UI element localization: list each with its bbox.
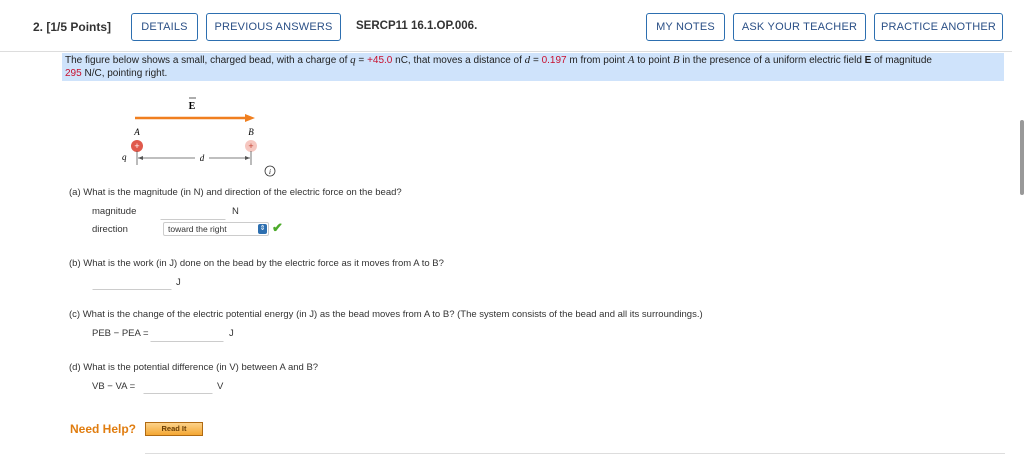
point-b-label: B: [248, 127, 254, 137]
magnitude-unit: N: [232, 206, 239, 217]
my-notes-button[interactable]: MY NOTES: [646, 13, 725, 41]
previous-answers-button[interactable]: PREVIOUS ANSWERS: [206, 13, 341, 41]
magnitude-label: magnitude: [92, 206, 137, 217]
problem-code: SERCP11 16.1.OP.006.: [356, 20, 478, 32]
part-b-question: (b) What is the work (in J) done on the …: [69, 258, 444, 269]
svg-text:+: +: [134, 141, 139, 151]
pe-change-unit: J: [229, 328, 234, 339]
arrowhead-icon: [245, 114, 255, 122]
potential-difference-input[interactable]: [143, 376, 213, 394]
point-a-label: A: [133, 127, 140, 137]
pe-change-label: PEB − PEA =: [92, 328, 149, 339]
bead-field-figure: E A B + + q d i: [122, 97, 276, 177]
distance-d-label: d: [200, 153, 205, 163]
svg-text:i: i: [269, 168, 271, 176]
work-unit: J: [176, 277, 181, 288]
details-button[interactable]: DETAILS: [131, 13, 198, 41]
e-field-label: E: [189, 101, 196, 112]
pe-change-input[interactable]: [150, 324, 224, 342]
correct-check-icon: ✔: [272, 220, 283, 235]
potential-difference-label: VB − VA =: [92, 381, 136, 392]
need-help-label: Need Help?: [70, 422, 137, 436]
read-it-button[interactable]: Read It: [145, 422, 203, 436]
scrollbar[interactable]: [1020, 120, 1024, 195]
direction-label: direction: [92, 224, 128, 235]
svg-text:+: +: [248, 141, 253, 151]
potential-difference-unit: V: [217, 381, 224, 392]
part-d-question: (d) What is the potential difference (in…: [69, 362, 319, 373]
work-input[interactable]: [92, 272, 172, 290]
question-number: 2. [1/5 Points]: [33, 20, 112, 34]
select-chevron-icon[interactable]: ⇕: [258, 224, 267, 234]
practice-another-button[interactable]: PRACTICE ANOTHER: [874, 13, 1003, 41]
direction-select[interactable]: toward the right: [163, 222, 269, 236]
problem-statement: The figure below shows a small, charged …: [62, 53, 1004, 81]
charge-q-label: q: [122, 152, 127, 162]
question-header: 2. [1/5 Points] DETAILS PREVIOUS ANSWERS…: [0, 0, 1012, 52]
part-c-question: (c) What is the change of the electric p…: [69, 309, 703, 320]
part-a-question: (a) What is the magnitude (in N) and dir…: [69, 187, 402, 198]
magnitude-input[interactable]: [160, 202, 226, 220]
ask-your-teacher-button[interactable]: ASK YOUR TEACHER: [733, 13, 866, 41]
divider: [145, 453, 1005, 454]
